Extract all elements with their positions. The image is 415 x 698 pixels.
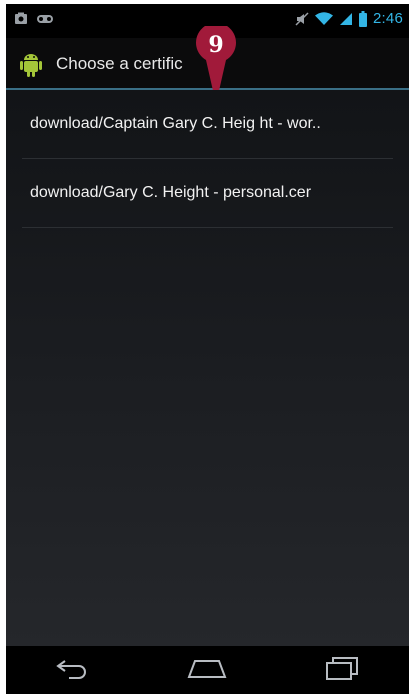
- mute-icon: [295, 11, 309, 26]
- battery-icon: [359, 10, 367, 27]
- home-icon: [187, 657, 227, 684]
- recent-apps-button[interactable]: [312, 650, 372, 690]
- back-button[interactable]: [43, 650, 103, 690]
- certificate-label: download/Captain Gary C. Heig ht - wor..: [30, 115, 321, 132]
- dialog-title: Choose a certific: [56, 54, 183, 73]
- home-button[interactable]: [177, 650, 237, 690]
- list-item-certificate[interactable]: download/Captain Gary C. Heig ht - wor..: [22, 90, 393, 159]
- callout-number: 9: [208, 32, 224, 58]
- certificate-label: download/Gary C. Height - personal.cer: [30, 184, 312, 201]
- phone-screen: 2:46 Choose a certific 9 download/Captai…: [6, 4, 409, 694]
- certificate-list: download/Captain Gary C. Heig ht - wor..…: [6, 90, 409, 646]
- back-icon: [55, 657, 91, 684]
- wifi-icon: [315, 11, 333, 26]
- android-icon: [16, 48, 46, 83]
- list-item-certificate[interactable]: download/Gary C. Height - personal.cer: [22, 159, 393, 228]
- screenshot-icon: [14, 12, 28, 26]
- voicemail-icon: [36, 12, 54, 26]
- recent-apps-icon: [324, 656, 360, 685]
- signal-icon: [339, 12, 353, 26]
- clock: 2:46: [373, 10, 403, 27]
- navigation-bar: [6, 646, 409, 694]
